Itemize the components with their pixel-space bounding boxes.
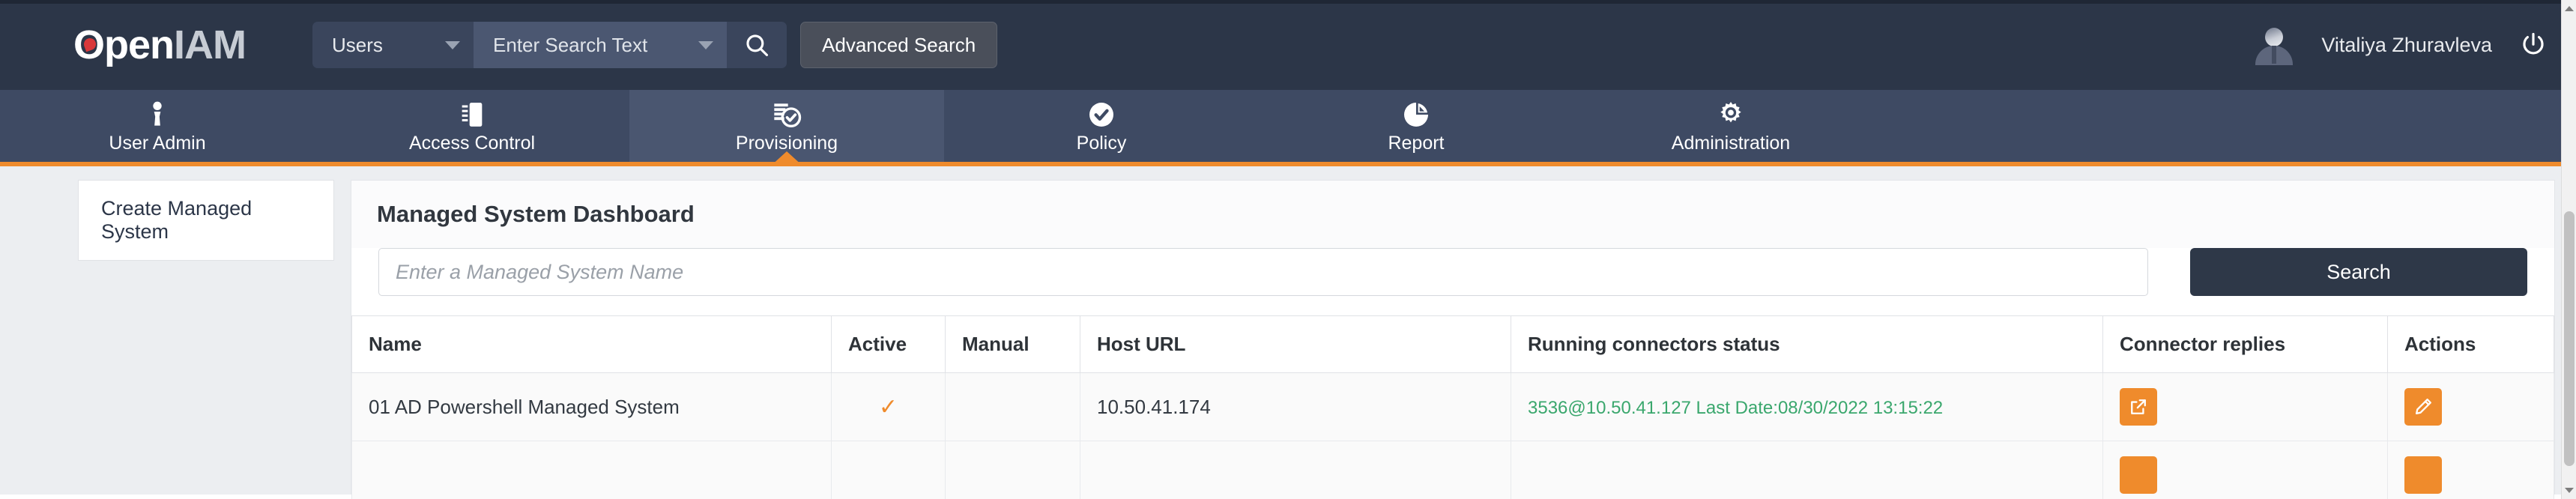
chevron-down-icon: [445, 41, 460, 49]
global-search-group: Users Enter Search Text: [312, 22, 787, 68]
cell-host-url: 10.50.41.174: [1080, 373, 1511, 441]
main-navigation: User Admin Access Control Provi: [0, 90, 2576, 166]
cell-manual: [946, 441, 1080, 499]
main-content: Managed System Dashboard Search Name Act…: [334, 166, 2576, 495]
cell-manual: [946, 373, 1080, 441]
cell-actions: [2388, 373, 2554, 441]
managed-system-card: Managed System Dashboard Search Name Act…: [351, 180, 2555, 495]
global-search-button[interactable]: [727, 22, 787, 68]
cell-host-url: [1080, 441, 1511, 499]
chevron-down-icon: [698, 41, 713, 49]
column-header-manual[interactable]: Manual: [946, 316, 1080, 373]
column-header-active[interactable]: Active: [832, 316, 946, 373]
nav-tab-label: Administration: [1672, 133, 1790, 154]
scroll-down-arrow-icon[interactable]: [2565, 488, 2574, 493]
search-icon: [744, 32, 770, 58]
nav-tab-report[interactable]: Report: [1259, 90, 1573, 162]
table-row[interactable]: 01 AD Powershell Managed System ✓ 10.50.…: [352, 373, 2554, 441]
page-title: Managed System Dashboard: [351, 181, 2554, 248]
managed-system-name-input[interactable]: [378, 248, 2148, 296]
user-area: Vitaliya Zhuravleva: [2254, 25, 2576, 65]
avatar-tie: [2272, 46, 2276, 64]
nav-tab-label: Access Control: [409, 133, 535, 154]
scroll-up-arrow-icon[interactable]: [2565, 6, 2574, 11]
advanced-search-label: Advanced Search: [822, 34, 976, 57]
column-header-host-url[interactable]: Host URL: [1080, 316, 1511, 373]
pencil-icon: [2413, 396, 2434, 417]
user-icon: [142, 98, 172, 130]
nav-tab-access-control[interactable]: Access Control: [315, 90, 629, 162]
cell-connector-replies: [2103, 441, 2388, 499]
nav-tab-label: Policy: [1077, 133, 1127, 154]
nav-tab-label: Report: [1388, 133, 1444, 154]
username-label: Vitaliya Zhuravleva: [2321, 34, 2492, 57]
cell-connector-replies: [2103, 373, 2388, 441]
page-body: Create Managed System Managed System Das…: [0, 166, 2576, 495]
cell-name: [352, 441, 832, 499]
connector-replies-button[interactable]: [2120, 456, 2157, 494]
column-header-connector-replies[interactable]: Connector replies: [2103, 316, 2388, 373]
cell-name: 01 AD Powershell Managed System: [352, 373, 832, 441]
scrollbar-thumb[interactable]: [2564, 211, 2575, 466]
search-button[interactable]: Search: [2190, 248, 2527, 296]
global-search-input[interactable]: Enter Search Text: [474, 22, 727, 68]
avatar-icon[interactable]: [2254, 25, 2294, 65]
sidebar-item-label: Create Managed System: [101, 197, 252, 243]
left-sidebar: Create Managed System: [0, 166, 334, 495]
nav-tab-policy[interactable]: Policy: [944, 90, 1259, 162]
page-scrollbar[interactable]: [2561, 0, 2576, 499]
search-entity-select[interactable]: Users: [312, 22, 474, 68]
nav-tab-administration[interactable]: Administration: [1573, 90, 1888, 162]
logo-open-text: pen: [104, 22, 174, 68]
edit-button[interactable]: [2404, 388, 2442, 426]
column-header-running-connectors-status[interactable]: Running connectors status: [1511, 316, 2103, 373]
search-entity-value: Users: [332, 34, 383, 57]
table-row[interactable]: [352, 441, 2554, 499]
logout-button[interactable]: [2519, 31, 2548, 59]
power-icon: [2519, 31, 2548, 59]
sidebar-item-create-managed-system[interactable]: Create Managed System: [78, 180, 334, 261]
pie-chart-icon: [1401, 98, 1431, 130]
column-header-name[interactable]: Name: [352, 316, 832, 373]
managed-systems-table: Name Active Manual Host URL Running conn…: [351, 315, 2554, 499]
advanced-search-button[interactable]: Advanced Search: [800, 22, 997, 68]
nav-tab-user-admin[interactable]: User Admin: [0, 90, 315, 162]
gear-icon: [1716, 98, 1746, 130]
check-circle-icon: [1086, 98, 1116, 130]
connector-status-text: 3536@10.50.41.127 Last Date:08/30/2022 1…: [1528, 398, 1943, 418]
cell-actions: [2388, 441, 2554, 499]
table-header-row: Name Active Manual Host URL Running conn…: [352, 316, 2554, 373]
cell-running-status: [1511, 441, 2103, 499]
nav-tab-label: User Admin: [109, 133, 205, 154]
column-header-actions[interactable]: Actions: [2388, 316, 2554, 373]
openiam-logo[interactable]: O pen IAM: [73, 22, 246, 68]
edit-button[interactable]: [2404, 456, 2442, 494]
top-header-bar: O pen IAM Users Enter Search Text Advanc…: [0, 0, 2576, 90]
logo-iam-text: IAM: [174, 22, 246, 68]
provisioning-icon: [772, 98, 802, 130]
cell-running-status: 3536@10.50.41.127 Last Date:08/30/2022 1…: [1511, 373, 2103, 441]
filter-row: Search: [351, 248, 2554, 315]
avatar-head: [2265, 28, 2283, 46]
cell-active: [832, 441, 946, 499]
active-check-icon: ✓: [848, 394, 928, 420]
cell-active: ✓: [832, 373, 946, 441]
nav-tab-provisioning[interactable]: Provisioning: [629, 90, 944, 162]
external-link-icon: [2128, 396, 2149, 417]
access-control-icon: [457, 98, 487, 130]
logo-o-letter: O: [73, 22, 104, 68]
global-search-placeholder: Enter Search Text: [493, 34, 647, 57]
connector-replies-button[interactable]: [2120, 388, 2157, 426]
active-tab-pointer: [770, 151, 803, 166]
